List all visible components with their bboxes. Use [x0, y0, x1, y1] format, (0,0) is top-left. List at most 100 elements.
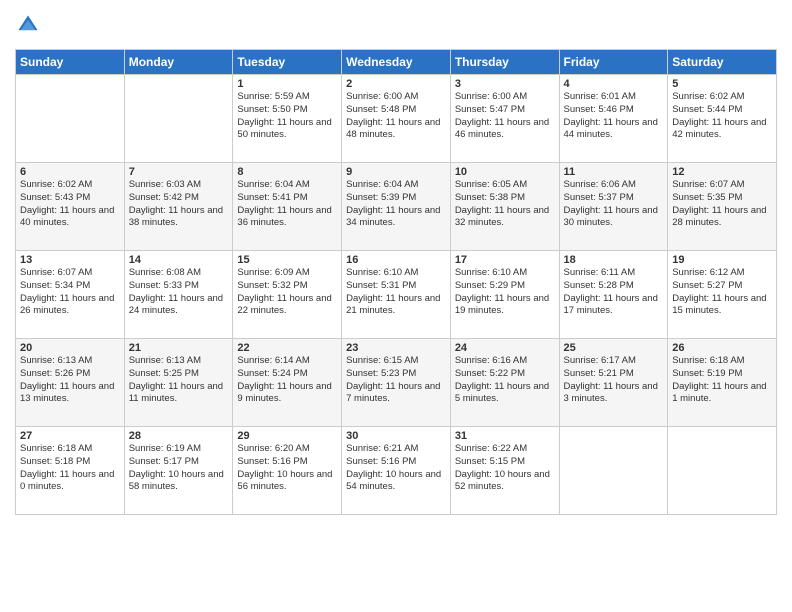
cell-info: Sunrise: 6:00 AM Sunset: 5:47 PM Dayligh… — [455, 91, 555, 142]
cell-info: Sunrise: 5:59 AM Sunset: 5:50 PM Dayligh… — [237, 91, 337, 142]
weekday-header: Monday — [124, 50, 233, 75]
cell-info: Sunrise: 6:13 AM Sunset: 5:26 PM Dayligh… — [20, 355, 120, 406]
calendar-cell — [16, 75, 125, 163]
cell-info: Sunrise: 6:10 AM Sunset: 5:29 PM Dayligh… — [455, 267, 555, 318]
calendar-cell: 28Sunrise: 6:19 AM Sunset: 5:17 PM Dayli… — [124, 427, 233, 515]
cell-info: Sunrise: 6:14 AM Sunset: 5:24 PM Dayligh… — [237, 355, 337, 406]
day-number: 29 — [237, 430, 337, 442]
logo — [15, 14, 39, 41]
day-number: 5 — [672, 78, 772, 90]
calendar-cell: 31Sunrise: 6:22 AM Sunset: 5:15 PM Dayli… — [450, 427, 559, 515]
day-number: 4 — [564, 78, 664, 90]
weekday-header: Sunday — [16, 50, 125, 75]
calendar-cell: 2Sunrise: 6:00 AM Sunset: 5:48 PM Daylig… — [342, 75, 451, 163]
calendar-cell: 19Sunrise: 6:12 AM Sunset: 5:27 PM Dayli… — [668, 251, 777, 339]
day-number: 22 — [237, 342, 337, 354]
calendar-cell — [668, 427, 777, 515]
logo-icon — [17, 14, 39, 36]
calendar-cell: 7Sunrise: 6:03 AM Sunset: 5:42 PM Daylig… — [124, 163, 233, 251]
cell-info: Sunrise: 6:09 AM Sunset: 5:32 PM Dayligh… — [237, 267, 337, 318]
calendar-week-row: 6Sunrise: 6:02 AM Sunset: 5:43 PM Daylig… — [16, 163, 777, 251]
day-number: 7 — [129, 166, 229, 178]
calendar-cell: 23Sunrise: 6:15 AM Sunset: 5:23 PM Dayli… — [342, 339, 451, 427]
calendar-cell: 29Sunrise: 6:20 AM Sunset: 5:16 PM Dayli… — [233, 427, 342, 515]
day-number: 3 — [455, 78, 555, 90]
header — [15, 10, 777, 41]
calendar-cell: 26Sunrise: 6:18 AM Sunset: 5:19 PM Dayli… — [668, 339, 777, 427]
day-number: 10 — [455, 166, 555, 178]
day-number: 30 — [346, 430, 446, 442]
day-number: 28 — [129, 430, 229, 442]
calendar-week-row: 1Sunrise: 5:59 AM Sunset: 5:50 PM Daylig… — [16, 75, 777, 163]
cell-info: Sunrise: 6:22 AM Sunset: 5:15 PM Dayligh… — [455, 443, 555, 494]
weekday-header: Tuesday — [233, 50, 342, 75]
day-number: 2 — [346, 78, 446, 90]
calendar-cell: 10Sunrise: 6:05 AM Sunset: 5:38 PM Dayli… — [450, 163, 559, 251]
day-number: 15 — [237, 254, 337, 266]
cell-info: Sunrise: 6:07 AM Sunset: 5:34 PM Dayligh… — [20, 267, 120, 318]
day-number: 31 — [455, 430, 555, 442]
calendar-cell: 8Sunrise: 6:04 AM Sunset: 5:41 PM Daylig… — [233, 163, 342, 251]
day-number: 17 — [455, 254, 555, 266]
day-number: 20 — [20, 342, 120, 354]
calendar-cell: 11Sunrise: 6:06 AM Sunset: 5:37 PM Dayli… — [559, 163, 668, 251]
calendar-cell: 6Sunrise: 6:02 AM Sunset: 5:43 PM Daylig… — [16, 163, 125, 251]
cell-info: Sunrise: 6:17 AM Sunset: 5:21 PM Dayligh… — [564, 355, 664, 406]
calendar-header-row: SundayMondayTuesdayWednesdayThursdayFrid… — [16, 50, 777, 75]
cell-info: Sunrise: 6:10 AM Sunset: 5:31 PM Dayligh… — [346, 267, 446, 318]
cell-info: Sunrise: 6:12 AM Sunset: 5:27 PM Dayligh… — [672, 267, 772, 318]
calendar-week-row: 27Sunrise: 6:18 AM Sunset: 5:18 PM Dayli… — [16, 427, 777, 515]
calendar-cell: 17Sunrise: 6:10 AM Sunset: 5:29 PM Dayli… — [450, 251, 559, 339]
calendar-cell: 15Sunrise: 6:09 AM Sunset: 5:32 PM Dayli… — [233, 251, 342, 339]
day-number: 16 — [346, 254, 446, 266]
day-number: 13 — [20, 254, 120, 266]
cell-info: Sunrise: 6:07 AM Sunset: 5:35 PM Dayligh… — [672, 179, 772, 230]
calendar-cell: 16Sunrise: 6:10 AM Sunset: 5:31 PM Dayli… — [342, 251, 451, 339]
cell-info: Sunrise: 6:02 AM Sunset: 5:44 PM Dayligh… — [672, 91, 772, 142]
calendar-cell: 24Sunrise: 6:16 AM Sunset: 5:22 PM Dayli… — [450, 339, 559, 427]
calendar-cell: 3Sunrise: 6:00 AM Sunset: 5:47 PM Daylig… — [450, 75, 559, 163]
calendar-table: SundayMondayTuesdayWednesdayThursdayFrid… — [15, 49, 777, 515]
day-number: 26 — [672, 342, 772, 354]
calendar-cell — [559, 427, 668, 515]
weekday-header: Wednesday — [342, 50, 451, 75]
day-number: 14 — [129, 254, 229, 266]
calendar-cell: 21Sunrise: 6:13 AM Sunset: 5:25 PM Dayli… — [124, 339, 233, 427]
cell-info: Sunrise: 6:03 AM Sunset: 5:42 PM Dayligh… — [129, 179, 229, 230]
cell-info: Sunrise: 6:21 AM Sunset: 5:16 PM Dayligh… — [346, 443, 446, 494]
calendar-cell: 27Sunrise: 6:18 AM Sunset: 5:18 PM Dayli… — [16, 427, 125, 515]
cell-info: Sunrise: 6:01 AM Sunset: 5:46 PM Dayligh… — [564, 91, 664, 142]
weekday-header: Saturday — [668, 50, 777, 75]
calendar-week-row: 13Sunrise: 6:07 AM Sunset: 5:34 PM Dayli… — [16, 251, 777, 339]
cell-info: Sunrise: 6:04 AM Sunset: 5:39 PM Dayligh… — [346, 179, 446, 230]
day-number: 19 — [672, 254, 772, 266]
day-number: 9 — [346, 166, 446, 178]
day-number: 1 — [237, 78, 337, 90]
cell-info: Sunrise: 6:04 AM Sunset: 5:41 PM Dayligh… — [237, 179, 337, 230]
calendar-cell: 4Sunrise: 6:01 AM Sunset: 5:46 PM Daylig… — [559, 75, 668, 163]
day-number: 21 — [129, 342, 229, 354]
page: SundayMondayTuesdayWednesdayThursdayFrid… — [0, 0, 792, 612]
weekday-header: Friday — [559, 50, 668, 75]
day-number: 23 — [346, 342, 446, 354]
cell-info: Sunrise: 6:20 AM Sunset: 5:16 PM Dayligh… — [237, 443, 337, 494]
day-number: 18 — [564, 254, 664, 266]
calendar-cell: 5Sunrise: 6:02 AM Sunset: 5:44 PM Daylig… — [668, 75, 777, 163]
calendar-cell: 13Sunrise: 6:07 AM Sunset: 5:34 PM Dayli… — [16, 251, 125, 339]
cell-info: Sunrise: 6:16 AM Sunset: 5:22 PM Dayligh… — [455, 355, 555, 406]
day-number: 12 — [672, 166, 772, 178]
calendar-cell: 12Sunrise: 6:07 AM Sunset: 5:35 PM Dayli… — [668, 163, 777, 251]
cell-info: Sunrise: 6:15 AM Sunset: 5:23 PM Dayligh… — [346, 355, 446, 406]
day-number: 8 — [237, 166, 337, 178]
cell-info: Sunrise: 6:18 AM Sunset: 5:19 PM Dayligh… — [672, 355, 772, 406]
calendar-cell: 18Sunrise: 6:11 AM Sunset: 5:28 PM Dayli… — [559, 251, 668, 339]
day-number: 25 — [564, 342, 664, 354]
cell-info: Sunrise: 6:05 AM Sunset: 5:38 PM Dayligh… — [455, 179, 555, 230]
day-number: 27 — [20, 430, 120, 442]
calendar-week-row: 20Sunrise: 6:13 AM Sunset: 5:26 PM Dayli… — [16, 339, 777, 427]
calendar-cell: 14Sunrise: 6:08 AM Sunset: 5:33 PM Dayli… — [124, 251, 233, 339]
cell-info: Sunrise: 6:00 AM Sunset: 5:48 PM Dayligh… — [346, 91, 446, 142]
calendar-cell: 9Sunrise: 6:04 AM Sunset: 5:39 PM Daylig… — [342, 163, 451, 251]
calendar-cell — [124, 75, 233, 163]
calendar-cell: 20Sunrise: 6:13 AM Sunset: 5:26 PM Dayli… — [16, 339, 125, 427]
